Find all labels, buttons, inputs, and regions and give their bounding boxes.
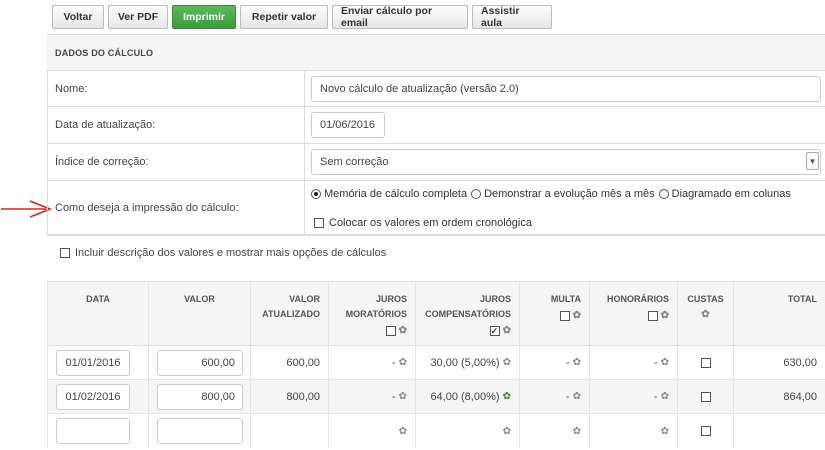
fees-value: - bbox=[653, 390, 658, 403]
send-email-button[interactable]: Enviar cálculo por email bbox=[332, 5, 468, 29]
print-options: Memória de cálculo completa Demonstrar a… bbox=[311, 185, 795, 203]
radio-columns[interactable]: Diagramado em colunas bbox=[658, 188, 791, 200]
col-compensatory-header-2: COMPENSATÓRIOS bbox=[425, 309, 511, 319]
value-input[interactable] bbox=[157, 418, 243, 444]
repeat-value-button[interactable]: Repetir valor bbox=[240, 5, 328, 29]
pointer-arrow-icon bbox=[1, 200, 53, 218]
values-table: DATA VALOR VALOR ATUALIZADO JUROS MORATÓ… bbox=[47, 281, 825, 448]
value-input[interactable]: 600,00 bbox=[157, 349, 243, 376]
gear-icon[interactable]: ✿ bbox=[503, 426, 511, 437]
table-header: DATA VALOR VALOR ATUALIZADO JUROS MORATÓ… bbox=[47, 282, 825, 346]
moratory-value: - bbox=[391, 390, 396, 403]
radio-month-evolution[interactable]: Demonstrar a evolução mês a mês bbox=[471, 188, 655, 200]
chronological-checkbox[interactable] bbox=[314, 217, 324, 228]
gear-icon[interactable]: ✿ bbox=[573, 357, 581, 368]
fine-checkbox[interactable] bbox=[559, 310, 570, 321]
moratory-checkbox[interactable] bbox=[385, 325, 396, 336]
col-updated-header-1: VALOR bbox=[289, 294, 320, 304]
col-costs-header: CUSTAS bbox=[687, 294, 724, 304]
view-pdf-button[interactable]: Ver PDF bbox=[108, 5, 168, 29]
table-row: 01/01/2016 600,00 600,00 - ✿ 30,00 (5,00… bbox=[47, 346, 825, 380]
date-input[interactable] bbox=[56, 418, 130, 444]
costs-checkbox[interactable] bbox=[700, 426, 711, 436]
update-date-row: Data de atualização: 01/06/2016 bbox=[47, 107, 825, 144]
calc-data-section: DADOS DO CÁLCULO Nome: Novo cálculo de a… bbox=[47, 34, 825, 236]
gear-icon[interactable]: ✿ bbox=[503, 323, 511, 338]
section-title: DADOS DO CÁLCULO bbox=[47, 35, 825, 71]
col-moratory-header-1: JUROS bbox=[375, 294, 407, 304]
updated-value: 800,00 bbox=[286, 390, 320, 403]
gear-icon[interactable]: ✿ bbox=[573, 308, 581, 323]
costs-checkbox[interactable] bbox=[700, 391, 711, 402]
gear-icon[interactable]: ✿ bbox=[661, 391, 669, 402]
gear-icon[interactable]: ✿ bbox=[573, 391, 581, 402]
back-button[interactable]: Voltar bbox=[52, 5, 104, 29]
gear-icon[interactable]: ✿ bbox=[661, 426, 669, 437]
toolbar: Voltar Ver PDF Imprimir Repetir valor En… bbox=[52, 5, 556, 29]
table-row: 01/02/2016 800,00 800,00 - ✿ 64,00 (8,00… bbox=[47, 380, 825, 414]
col-value-header: VALOR bbox=[184, 294, 215, 304]
print-mode-label: Como deseja a impressão do cálculo: bbox=[47, 181, 305, 234]
col-fine-header: MULTA bbox=[550, 294, 581, 304]
total-value: 630,00 bbox=[783, 356, 817, 369]
col-date-header: DATA bbox=[86, 294, 110, 304]
fine-value: - bbox=[565, 356, 570, 369]
index-select[interactable]: Sem correção bbox=[311, 149, 821, 175]
watch-class-button[interactable]: Assistir aula bbox=[472, 5, 552, 29]
radio-unselected-icon[interactable] bbox=[658, 188, 669, 199]
gear-icon[interactable]: ✿ bbox=[399, 357, 407, 368]
gear-icon[interactable]: ✿ bbox=[503, 391, 511, 402]
gear-icon[interactable]: ✿ bbox=[661, 308, 669, 323]
print-mode-row: Como deseja a impressão do cálculo: Memó… bbox=[47, 181, 825, 235]
name-row: Nome: Novo cálculo de atualização (versã… bbox=[47, 71, 825, 107]
print-button[interactable]: Imprimir bbox=[172, 5, 236, 29]
updated-value: 600,00 bbox=[286, 356, 320, 369]
radio-full-memory[interactable]: Memória de cálculo completa bbox=[311, 188, 467, 200]
name-label: Nome: bbox=[47, 71, 305, 106]
col-updated-header-2: ATUALIZADO bbox=[262, 309, 320, 319]
include-description-checkbox[interactable] bbox=[60, 248, 70, 258]
col-total-header: TOTAL bbox=[787, 294, 817, 304]
date-input[interactable]: 01/01/2016 bbox=[56, 349, 130, 376]
gear-icon[interactable]: ✿ bbox=[399, 391, 407, 402]
col-compensatory-header-1: JUROS bbox=[479, 294, 511, 304]
gear-icon[interactable]: ✿ bbox=[399, 426, 407, 437]
fine-value: - bbox=[565, 390, 570, 403]
fees-value: - bbox=[653, 356, 658, 369]
radio-unselected-icon[interactable] bbox=[471, 188, 482, 199]
gear-icon[interactable]: ✿ bbox=[399, 323, 407, 338]
table-row: ✿ ✿ ✿ ✿ bbox=[47, 414, 825, 448]
compensatory-checkbox[interactable] bbox=[489, 324, 500, 339]
name-input[interactable]: Novo cálculo de atualização (versão 2.0) bbox=[311, 75, 821, 102]
gear-icon[interactable]: ✿ bbox=[661, 357, 669, 368]
col-fees-header: HONORÁRIOS bbox=[606, 294, 669, 304]
gear-icon[interactable]: ✿ bbox=[503, 357, 511, 368]
index-row: Índice de correção: Sem correção ▼ bbox=[47, 144, 825, 181]
include-description-option[interactable]: Incluir descrição dos valores e mostrar … bbox=[60, 247, 386, 259]
gear-icon[interactable]: ✿ bbox=[573, 426, 581, 437]
compensatory-value: 64,00 (8,00%) bbox=[430, 390, 500, 403]
chevron-down-icon[interactable]: ▼ bbox=[806, 152, 819, 170]
moratory-value: - bbox=[391, 356, 396, 369]
index-label: Índice de correção: bbox=[47, 144, 305, 180]
compensatory-value: 30,00 (5,00%) bbox=[430, 356, 500, 369]
costs-checkbox[interactable] bbox=[700, 357, 711, 368]
chronological-option[interactable]: Colocar os valores em ordem cronológica bbox=[314, 217, 532, 229]
gear-icon[interactable]: ✿ bbox=[701, 307, 709, 322]
update-date-input[interactable]: 01/06/2016 bbox=[311, 112, 385, 138]
value-input[interactable]: 800,00 bbox=[157, 383, 243, 410]
update-date-label: Data de atualização: bbox=[47, 107, 305, 143]
total-value: 864,00 bbox=[783, 390, 817, 403]
fees-checkbox[interactable] bbox=[647, 310, 658, 321]
date-input[interactable]: 01/02/2016 bbox=[56, 383, 130, 410]
radio-selected-icon[interactable] bbox=[311, 188, 321, 199]
col-moratory-header-2: MORATÓRIOS bbox=[345, 309, 407, 319]
